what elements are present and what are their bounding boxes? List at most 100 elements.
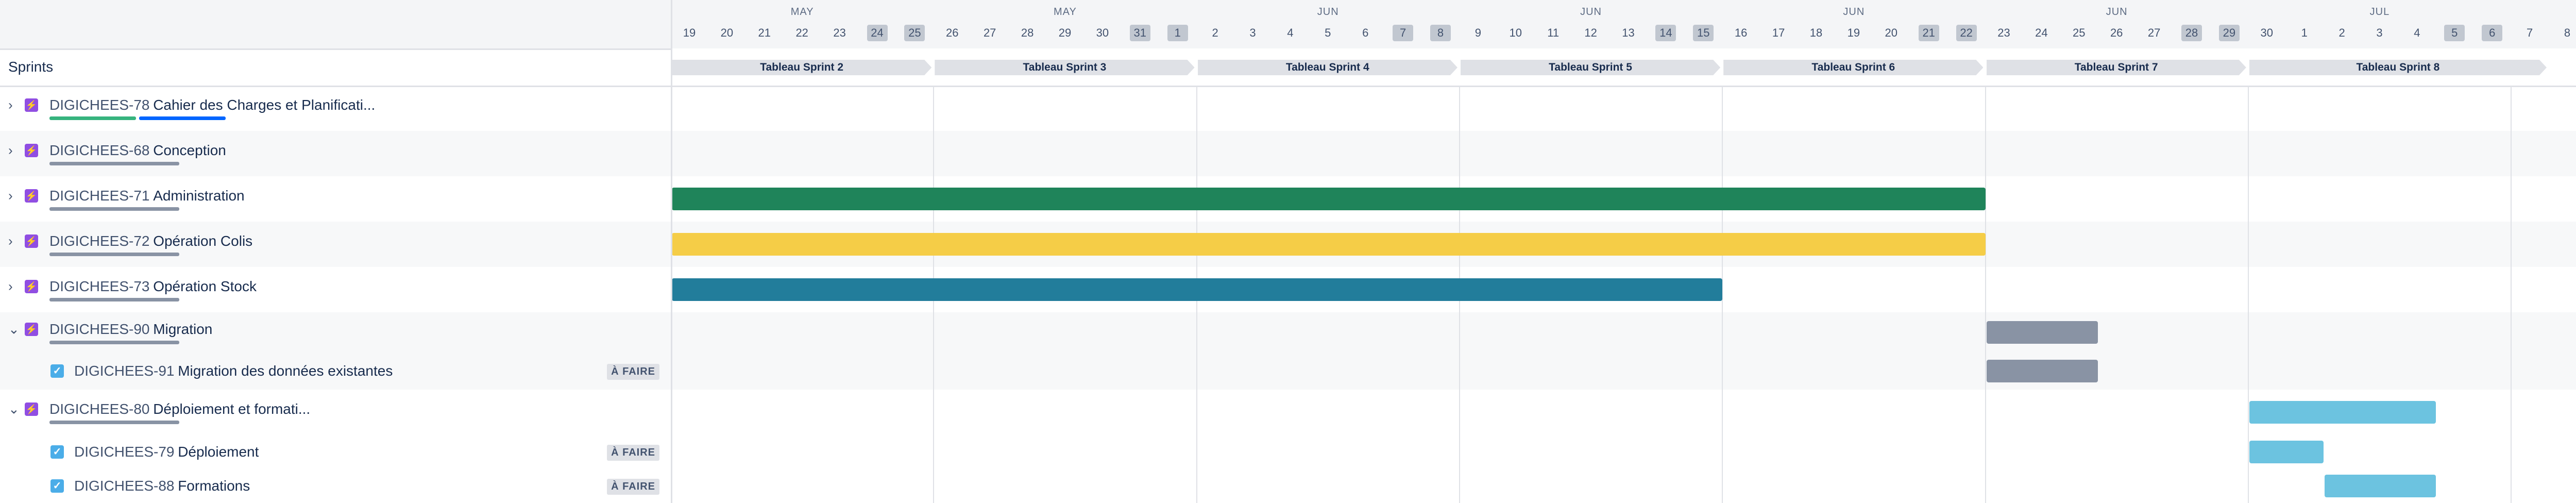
epic-row[interactable]: › ⚡ DIGICHEES-78 Cahier des Charges et Plan… — [0, 86, 671, 131]
timeline-bar[interactable] — [2249, 401, 2436, 424]
sprints-row-label: Sprints — [0, 48, 671, 87]
checkbox-icon: ✓ — [50, 479, 64, 493]
sprint-chip[interactable]: Tableau Sprint 4 — [1198, 60, 1458, 75]
issue-key[interactable]: DIGICHEES-91 — [74, 363, 175, 379]
month-label: JUN — [2106, 6, 2128, 18]
day-label: 2 — [1212, 26, 1218, 39]
timeline-row — [671, 86, 2576, 131]
issue-title[interactable]: Formations — [178, 478, 250, 494]
epic-row[interactable]: › ⚡ DIGICHEES-73 Opération Stock — [0, 267, 671, 312]
day-label: 1 — [2301, 26, 2308, 39]
day-label: 7 — [1393, 25, 1414, 41]
progress-bar — [49, 341, 179, 344]
sprint-chip[interactable]: Tableau Sprint 7 — [1987, 60, 2246, 75]
day-label: 19 — [1847, 26, 1860, 39]
issue-key[interactable]: DIGICHEES-79 — [74, 444, 175, 460]
chevron-icon[interactable]: ⌄ — [8, 322, 20, 338]
issue-panel: Sprints › ⚡ DIGICHEES-78 Cahier des Charges… — [0, 0, 672, 503]
checkbox-icon: ✓ — [50, 445, 64, 459]
sprint-chip[interactable]: Tableau Sprint 2 — [672, 60, 931, 75]
day-label: 8 — [1430, 25, 1451, 41]
issue-key[interactable]: DIGICHEES-80 — [49, 401, 150, 417]
day-label: 28 — [2181, 25, 2202, 41]
timeline-row — [671, 131, 2576, 176]
progress-bar — [49, 421, 179, 424]
issue-key[interactable]: DIGICHEES-90 — [49, 321, 150, 338]
task-row[interactable]: ✓ DIGICHEES-79 Déploiement À FAIRE — [0, 435, 671, 469]
issue-title[interactable]: Opération Colis — [153, 233, 252, 249]
issue-key[interactable]: DIGICHEES-71 — [49, 188, 150, 204]
issue-title[interactable]: Migration — [153, 321, 212, 338]
issue-title[interactable]: Cahier des Charges et Planificati... — [153, 97, 375, 113]
chevron-icon[interactable]: ⌄ — [8, 401, 20, 417]
day-label: 3 — [1249, 26, 1256, 39]
epic-row[interactable]: › ⚡ DIGICHEES-68 Conception — [0, 131, 671, 176]
issue-panel-header — [0, 0, 671, 50]
day-label: 23 — [833, 26, 846, 39]
issue-title[interactable]: Opération Stock — [153, 278, 257, 295]
timeline-row — [671, 312, 2576, 353]
chevron-icon[interactable]: › — [8, 233, 13, 249]
status-badge[interactable]: À FAIRE — [607, 479, 659, 495]
timeline-bar[interactable] — [1986, 360, 2098, 382]
chevron-icon[interactable]: › — [8, 97, 13, 113]
day-label: 20 — [1885, 26, 1898, 39]
timeline-bar[interactable] — [1986, 321, 2098, 344]
day-label: 28 — [1021, 26, 1034, 39]
progress-bar — [139, 116, 226, 120]
timeline-bar[interactable] — [2324, 475, 2436, 497]
sprints-label: Sprints — [8, 59, 54, 75]
day-label: 23 — [1997, 26, 2010, 39]
timeline-bar[interactable] — [2249, 441, 2324, 463]
day-label: 30 — [2260, 26, 2274, 39]
sprint-chip[interactable]: Tableau Sprint 5 — [1461, 60, 1720, 75]
issue-key[interactable]: DIGICHEES-72 — [49, 233, 150, 249]
day-label: 13 — [1622, 26, 1635, 39]
timeline-row — [671, 469, 2576, 503]
epic-row[interactable]: › ⚡ DIGICHEES-72 Opération Colis — [0, 222, 671, 267]
day-label: 4 — [2414, 26, 2420, 39]
chevron-icon[interactable]: › — [8, 188, 13, 204]
issue-title[interactable]: Administration — [153, 188, 244, 204]
issue-key[interactable]: DIGICHEES-68 — [49, 142, 150, 159]
lightning-icon: ⚡ — [25, 403, 38, 416]
progress-bar — [49, 207, 179, 211]
issue-title[interactable]: Déploiement et formati... — [153, 401, 310, 417]
status-badge[interactable]: À FAIRE — [607, 364, 659, 380]
issue-key[interactable]: DIGICHEES-78 — [49, 97, 150, 113]
task-row[interactable]: ✓ DIGICHEES-88 Formations À FAIRE — [0, 469, 671, 503]
chevron-icon[interactable]: › — [8, 279, 13, 295]
timeline-bar[interactable] — [672, 278, 1723, 301]
timeline-row — [671, 353, 2576, 390]
day-label: 19 — [683, 26, 696, 39]
issue-key[interactable]: DIGICHEES-88 — [74, 478, 175, 494]
timeline[interactable]: MAY MAY JUN JUN JUN JUN JUL 19 20 21 22 23 24 25 26 27 2… — [671, 0, 2576, 503]
issue-key[interactable]: DIGICHEES-73 — [49, 278, 150, 295]
timeline-bar[interactable] — [672, 233, 1986, 256]
epic-row[interactable]: ⌄ ⚡ DIGICHEES-80 Déploiement et formati... — [0, 390, 671, 435]
day-label: 1 — [1167, 25, 1188, 41]
month-label: MAY — [790, 6, 814, 18]
status-badge[interactable]: À FAIRE — [607, 445, 659, 461]
sprint-chip[interactable]: Tableau Sprint 6 — [1723, 60, 1983, 75]
month-label: MAY — [1054, 6, 1077, 18]
issue-title[interactable]: Migration des données existantes — [178, 363, 393, 379]
timeline-bar[interactable] — [672, 188, 1986, 210]
day-label: 30 — [1096, 26, 1109, 39]
chevron-icon[interactable]: › — [8, 143, 13, 159]
day-label: 2 — [2338, 26, 2345, 39]
day-label: 15 — [1693, 25, 1714, 41]
day-label: 27 — [2147, 26, 2161, 39]
progress-bar — [49, 253, 179, 256]
epic-row[interactable]: ⌄ ⚡ DIGICHEES-90 Migration — [0, 312, 671, 353]
sprint-chip[interactable]: Tableau Sprint 8 — [2249, 60, 2547, 75]
task-row[interactable]: ✓ DIGICHEES-91 Migration des données exist… — [0, 353, 671, 390]
sprint-chip[interactable]: Tableau Sprint 3 — [935, 60, 1194, 75]
day-label: 29 — [1058, 26, 1072, 39]
month-label: JUN — [1843, 6, 1865, 18]
month-label: JUL — [2369, 6, 2390, 18]
day-label: 5 — [2444, 25, 2465, 41]
issue-title[interactable]: Déploiement — [178, 444, 259, 460]
issue-title[interactable]: Conception — [153, 142, 226, 159]
epic-row[interactable]: › ⚡ DIGICHEES-71 Administration — [0, 176, 671, 222]
